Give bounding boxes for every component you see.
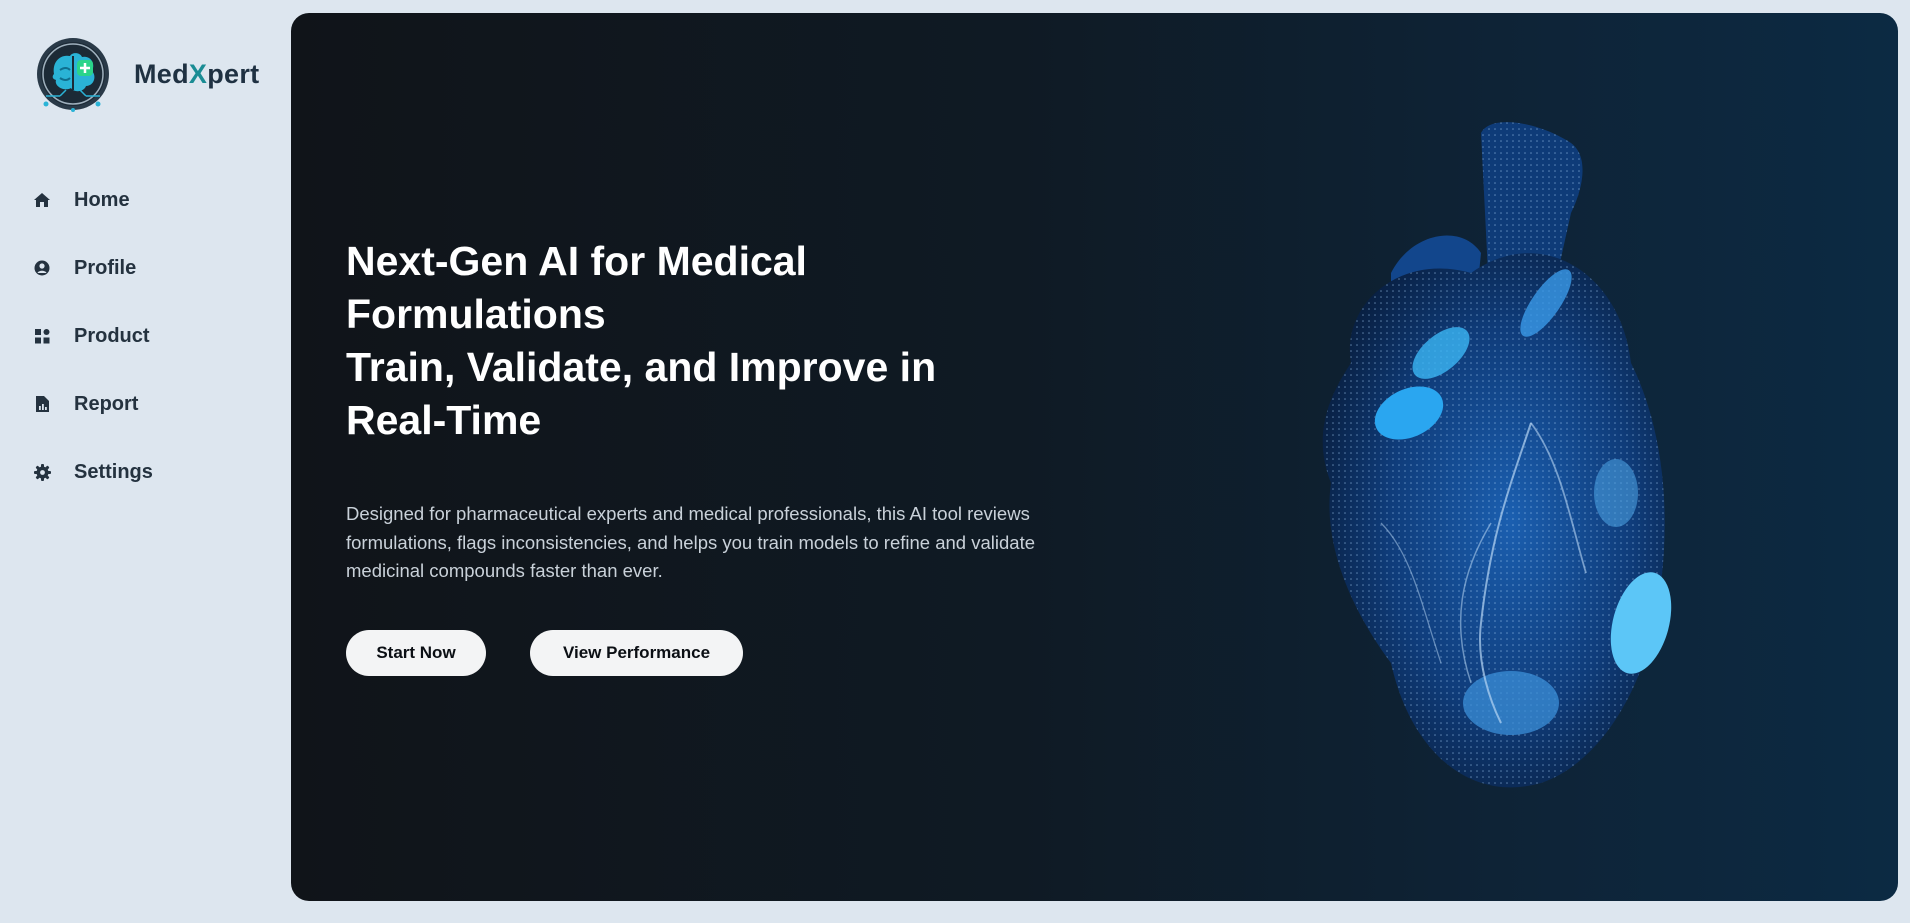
brand-name: MedXpert [134,59,259,90]
sidebar-item-product[interactable]: Product [0,302,290,370]
headline-line: Formulations [346,291,606,337]
grid-icon [32,326,52,346]
brand-name-x: X [188,58,208,89]
app-root: MedXpert Home Profile Product Report Set… [0,0,1910,923]
sidebar-item-profile[interactable]: Profile [0,234,290,302]
headline-line: Real-Time [346,397,542,443]
hero-headline: Next-Gen AI for Medical Formulations Tra… [346,235,1066,447]
report-file-icon [32,394,52,414]
sidebar-item-report[interactable]: Report [0,370,290,438]
start-now-button[interactable]: Start Now [346,630,486,676]
headline-line: Next-Gen AI for Medical [346,238,807,284]
sidebar: MedXpert Home Profile Product Report Set… [0,0,290,923]
brand[interactable]: MedXpert [26,30,259,118]
headline-line: Train, Validate, and Improve in [346,344,937,390]
sidebar-item-settings[interactable]: Settings [0,438,290,506]
hero-panel: Next-Gen AI for Medical Formulations Tra… [291,13,1898,901]
sidebar-nav: Home Profile Product Report Settings [0,166,290,506]
brand-name-suffix: pert [207,58,260,89]
hero-description: Designed for pharmaceutical experts and … [346,503,1035,581]
sidebar-item-label: Settings [74,460,153,483]
brand-name-prefix: Med [134,58,189,89]
home-icon [32,190,52,210]
brain-logo-icon [26,30,120,118]
view-performance-button[interactable]: View Performance [530,630,743,676]
sidebar-item-label: Report [74,392,139,415]
gear-icon [32,462,52,482]
sidebar-item-label: Product [74,324,150,347]
sidebar-item-label: Profile [74,256,137,279]
sidebar-item-home[interactable]: Home [0,166,290,234]
sidebar-item-label: Home [74,188,130,211]
user-circle-icon [32,258,52,278]
glowing-heart-illustration [1241,103,1681,823]
